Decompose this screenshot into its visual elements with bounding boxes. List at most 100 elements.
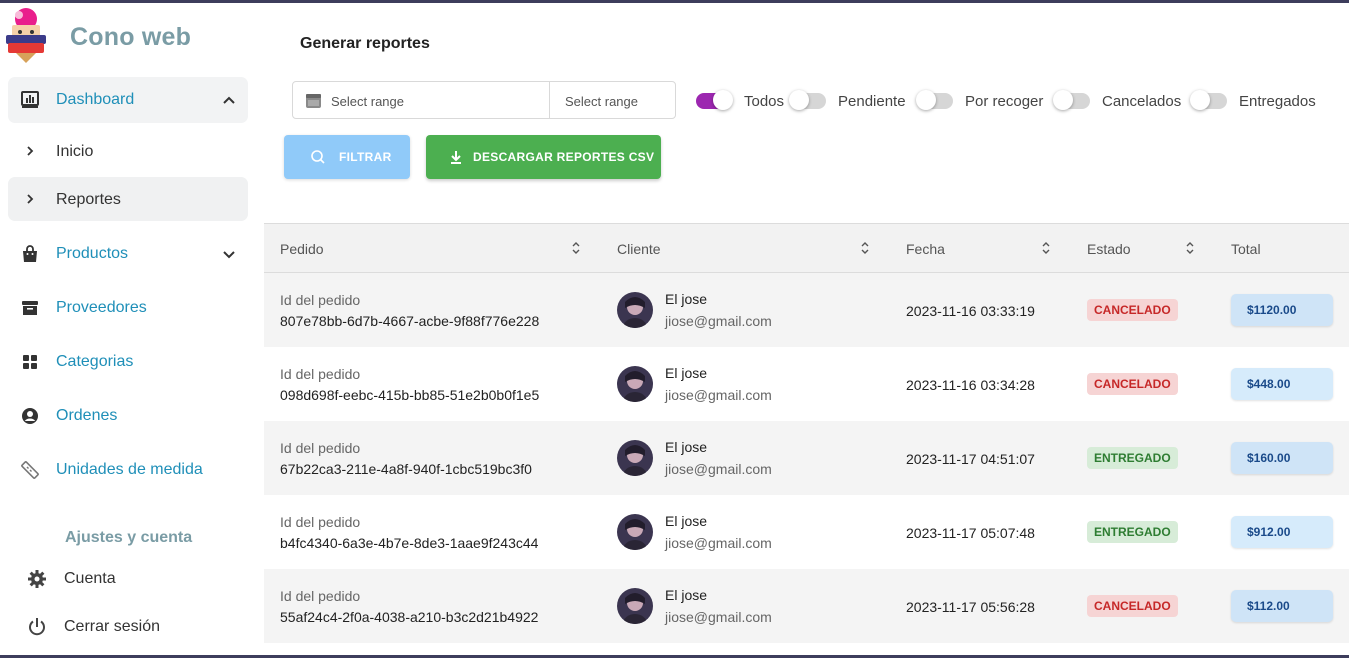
section-title-ajustes: Ajustes y cuenta bbox=[65, 529, 193, 546]
order-id-label: Id del pedido bbox=[280, 514, 361, 530]
sidebar-item-inicio[interactable]: Inicio bbox=[8, 129, 248, 173]
sort-icon[interactable] bbox=[1185, 241, 1195, 255]
dashboard-icon bbox=[21, 91, 39, 108]
brand-name: Cono web bbox=[70, 23, 192, 51]
table-row[interactable]: Id del pedido 098d698f-eebc-415b-bb85-51… bbox=[264, 347, 1349, 421]
column-header-pedido[interactable]: Pedido bbox=[280, 241, 324, 257]
sort-icon[interactable] bbox=[1041, 241, 1051, 255]
client-email: jiose@gmail.com bbox=[665, 609, 772, 625]
power-icon bbox=[29, 618, 45, 636]
column-header-total[interactable]: Total bbox=[1231, 241, 1261, 257]
range-start-input[interactable]: Select range bbox=[331, 94, 404, 109]
table-row[interactable]: Id del pedido 55af24c4-2f0a-4038-a210-b3… bbox=[264, 569, 1349, 643]
nav-categorias[interactable]: Categorias bbox=[8, 339, 248, 385]
nav-unidades-medida-label: Unidades de medida bbox=[56, 461, 203, 478]
toggle-knob bbox=[789, 90, 809, 110]
column-header-cliente[interactable]: Cliente bbox=[617, 241, 661, 257]
archive-icon bbox=[22, 301, 38, 315]
page-title: Generar reportes bbox=[300, 35, 430, 52]
sidebar-item-cuenta[interactable]: Cuenta bbox=[26, 564, 246, 594]
filter-button[interactable]: FILTRAR bbox=[284, 135, 410, 179]
client-email: jiose@gmail.com bbox=[665, 387, 772, 403]
toggle-pendiente-label: Pendiente bbox=[838, 93, 906, 110]
total-badge: $160.00 bbox=[1231, 442, 1333, 474]
table-header: Pedido Cliente Fecha Estado Total bbox=[264, 223, 1349, 273]
toggle-todos-label: Todos bbox=[744, 93, 785, 110]
download-csv-button-label: DESCARGAR REPORTES CSV bbox=[473, 150, 655, 164]
client-name: El jose bbox=[665, 513, 708, 529]
sidebar-item-cerrar-sesion[interactable]: Cerrar sesión bbox=[26, 612, 246, 642]
nav-dashboard[interactable]: Dashboard bbox=[8, 77, 248, 123]
total-badge: $448.00 bbox=[1231, 368, 1333, 400]
chevron-right-icon bbox=[27, 146, 34, 156]
main-content: Generar reportes Select range Select ran… bbox=[264, 3, 1349, 655]
order-date: 2023-11-17 05:07:48 bbox=[906, 525, 1035, 541]
client-name: El jose bbox=[665, 439, 708, 455]
chevron-up-icon[interactable] bbox=[220, 91, 238, 109]
sidebar-item-inicio-label: Inicio bbox=[56, 143, 94, 160]
grid-icon bbox=[23, 355, 37, 369]
avatar bbox=[617, 366, 653, 402]
total-badge: $112.00 bbox=[1231, 590, 1333, 622]
range-end-input[interactable]: Select range bbox=[565, 94, 638, 109]
toggle-knob bbox=[1190, 90, 1210, 110]
search-icon bbox=[311, 150, 325, 164]
sidebar-item-reportes[interactable]: Reportes bbox=[8, 177, 248, 221]
avatar bbox=[617, 588, 653, 624]
nav-proveedores-label: Proveedores bbox=[56, 299, 147, 316]
client-email: jiose@gmail.com bbox=[665, 461, 772, 477]
status-badge: ENTREGADO bbox=[1087, 521, 1178, 543]
total-badge: $912.00 bbox=[1231, 516, 1333, 548]
order-id-label: Id del pedido bbox=[280, 440, 361, 456]
order-id-label: Id del pedido bbox=[280, 366, 361, 382]
status-badge: CANCELADO bbox=[1087, 299, 1178, 321]
status-badge: ENTREGADO bbox=[1087, 447, 1178, 469]
toggle-por-recoger-label: Por recoger bbox=[965, 93, 1044, 110]
nav-unidades-medida[interactable]: Unidades de medida bbox=[8, 447, 248, 493]
sidebar-item-cuenta-label: Cuenta bbox=[64, 570, 116, 587]
column-header-estado[interactable]: Estado bbox=[1087, 241, 1131, 257]
table-row[interactable]: Id del pedido 67b22ca3-211e-4a8f-940f-1c… bbox=[264, 421, 1349, 495]
download-icon bbox=[451, 151, 461, 164]
logo-icon bbox=[6, 8, 46, 63]
nav-ordenes[interactable]: Ordenes bbox=[8, 393, 248, 439]
nav-proveedores[interactable]: Proveedores bbox=[8, 285, 248, 331]
avatar bbox=[617, 514, 653, 550]
order-date: 2023-11-17 05:56:28 bbox=[906, 599, 1035, 615]
bag-icon bbox=[23, 245, 37, 262]
download-csv-button[interactable]: DESCARGAR REPORTES CSV bbox=[426, 135, 661, 179]
column-header-fecha[interactable]: Fecha bbox=[906, 241, 945, 257]
sidebar: Cono web Dashboard Inicio Reportes Produ… bbox=[0, 3, 262, 655]
client-name: El jose bbox=[665, 365, 708, 381]
toggle-knob bbox=[1053, 90, 1073, 110]
order-id: 098d698f-eebc-415b-bb85-51e2b0b0f1e5 bbox=[280, 387, 540, 403]
toggle-knob bbox=[713, 90, 733, 110]
client-email: jiose@gmail.com bbox=[665, 535, 772, 551]
chevron-down-icon[interactable] bbox=[220, 245, 238, 263]
chevron-right-icon bbox=[27, 194, 34, 204]
status-badge: CANCELADO bbox=[1087, 595, 1178, 617]
order-date: 2023-11-17 04:51:07 bbox=[906, 451, 1035, 467]
order-id: b4fc4340-6a3e-4b7e-8de3-1aae9f243c44 bbox=[280, 535, 539, 551]
table-row[interactable]: Id del pedido b4fc4340-6a3e-4b7e-8de3-1a… bbox=[264, 495, 1349, 569]
total-badge: $1120.00 bbox=[1231, 294, 1333, 326]
nav-ordenes-label: Ordenes bbox=[56, 407, 118, 424]
toggle-knob bbox=[916, 90, 936, 110]
ruler-icon bbox=[21, 461, 39, 479]
sidebar-item-reportes-label: Reportes bbox=[56, 191, 121, 208]
avatar bbox=[617, 440, 653, 476]
user-circle-icon bbox=[22, 408, 38, 424]
date-range-picker[interactable]: Select range Select range bbox=[292, 81, 676, 119]
nav-productos[interactable]: Productos bbox=[8, 231, 248, 277]
order-id: 55af24c4-2f0a-4038-a210-b3c2d21b4922 bbox=[280, 609, 539, 625]
nav-categorias-label: Categorias bbox=[56, 353, 134, 370]
brand[interactable]: Cono web bbox=[4, 5, 254, 65]
avatar bbox=[617, 292, 653, 328]
order-date: 2023-11-16 03:33:19 bbox=[906, 303, 1035, 319]
sort-icon[interactable] bbox=[860, 241, 870, 255]
sort-icon[interactable] bbox=[571, 241, 581, 255]
nav-dashboard-label: Dashboard bbox=[56, 91, 135, 108]
sidebar-item-cerrar-sesion-label: Cerrar sesión bbox=[64, 618, 161, 635]
client-name: El jose bbox=[665, 291, 708, 307]
table-row[interactable]: Id del pedido 807e78bb-6d7b-4667-acbe-9f… bbox=[264, 273, 1349, 347]
